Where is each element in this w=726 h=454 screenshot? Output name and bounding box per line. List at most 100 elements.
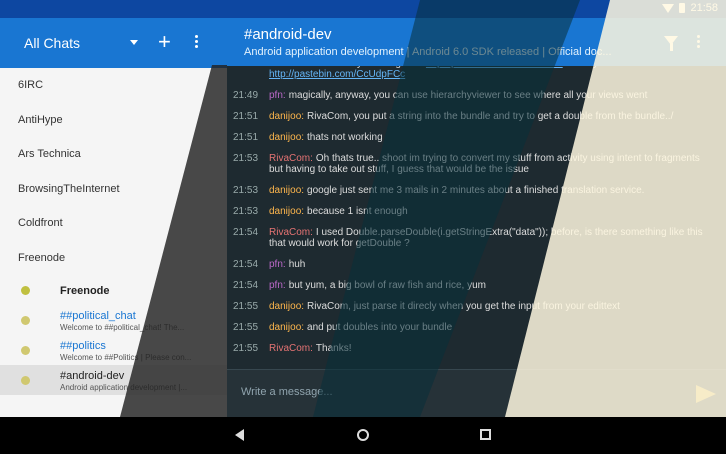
server-item[interactable]: Coldfront xyxy=(0,206,227,241)
channel-item[interactable]: #android-dev Android application developm… xyxy=(0,365,227,395)
message-nick[interactable]: danijoo: xyxy=(269,301,304,312)
message-time: 21:54 xyxy=(233,227,259,238)
server-item[interactable]: Freenode xyxy=(0,241,227,276)
message-list: 21:49RivaCom:here is my first fragment h… xyxy=(227,58,726,354)
message-time: 21:53 xyxy=(233,185,259,196)
channel-topic-preview: Android application development |... xyxy=(60,383,188,392)
message-time: 21:55 xyxy=(233,343,259,354)
wifi-icon xyxy=(662,3,675,13)
status-dot-icon xyxy=(21,316,30,325)
message-text: because 1 isnt enough xyxy=(307,206,408,217)
channel-item[interactable]: Freenode xyxy=(0,275,227,305)
channel-item[interactable]: ##politics Welcome to ##Politics | Please… xyxy=(0,335,227,365)
server-item[interactable]: AntiHype xyxy=(0,103,227,138)
message-body: danijoo: RivaCom, you put a string into t… xyxy=(269,111,673,122)
message-nick[interactable]: pfn: xyxy=(269,259,286,270)
sidebar-toolbar: All Chats + xyxy=(0,18,227,68)
channel-title: #android-dev xyxy=(244,26,332,43)
message-body: RivaCom: I used Double.parseDouble(i.getS… xyxy=(269,227,716,249)
recents-icon[interactable] xyxy=(480,429,491,440)
message-text: thats not working xyxy=(307,132,383,143)
chat-toolbar: #android-dev Android application develop… xyxy=(227,18,726,66)
channel-name: ##politics xyxy=(60,340,106,352)
message-time: 21:55 xyxy=(233,322,259,333)
message-row: 21:51 danijoo: thats not working xyxy=(233,132,716,143)
message-time: 21:53 xyxy=(233,153,259,164)
home-icon[interactable] xyxy=(357,429,369,441)
message-body: danijoo: thats not working xyxy=(269,132,383,143)
system-nav-bar xyxy=(0,417,726,454)
message-row: 21:55 RivaCom: Thanks! xyxy=(233,343,716,354)
message-text: huh xyxy=(288,259,306,270)
message-nick[interactable]: danijoo: xyxy=(269,322,304,333)
message-nick[interactable]: danijoo: xyxy=(269,132,304,143)
message-text: but yum, a big bowl of raw fish and rice… xyxy=(288,280,486,291)
message-body: danijoo: because 1 isnt enough xyxy=(269,206,408,217)
message-nick[interactable]: danijoo: xyxy=(269,111,304,122)
channel-topic-preview: Welcome to ##political_chat! The... xyxy=(60,323,185,332)
message-body: danijoo: and put doubles into your bundle xyxy=(269,322,452,333)
message-body: pfn: huh xyxy=(269,259,305,270)
message-text: Thanks! xyxy=(315,343,352,354)
channel-name: ##political_chat xyxy=(60,310,136,322)
message-text: google just sent me 3 mails in 2 minutes… xyxy=(307,185,645,196)
status-dot-icon xyxy=(21,346,30,355)
status-dot-icon xyxy=(21,286,30,295)
send-icon[interactable] xyxy=(696,385,716,403)
chat-pane: #android-dev Android application develop… xyxy=(227,18,726,417)
message-body: RivaCom: Oh thats true.. shoot im trying … xyxy=(269,153,716,175)
server-item[interactable]: 6IRC xyxy=(0,68,227,103)
message-row: 21:53 RivaCom: Oh thats true.. shoot im tr… xyxy=(233,153,716,175)
more-vert-icon[interactable] xyxy=(195,35,199,50)
message-nick[interactable]: pfn: xyxy=(269,90,286,101)
message-link[interactable]: http://pastebin.com/CcUdpFCc xyxy=(269,69,405,80)
message-text: and put doubles into your bundle xyxy=(307,322,453,333)
message-time: 21:49 xyxy=(233,90,259,101)
message-time: 21:54 xyxy=(233,280,259,291)
message-text: magically, anyway, you can use hierarchy… xyxy=(288,90,648,101)
message-nick[interactable]: RivaCom: xyxy=(269,343,313,354)
message-time: 21:55 xyxy=(233,301,259,312)
add-icon[interactable]: + xyxy=(158,31,171,53)
message-nick[interactable]: danijoo: xyxy=(269,206,304,217)
server-item[interactable]: Ars Technica xyxy=(0,137,227,172)
message-body: pfn: but yum, a big bowl of raw fish and … xyxy=(269,280,486,291)
message-body: danijoo: google just sent me 3 mails in 2… xyxy=(269,185,644,196)
battery-icon xyxy=(679,3,686,13)
message-row: 21:53 danijoo: google just sent me 3 mails… xyxy=(233,185,716,196)
more-vert-icon[interactable] xyxy=(697,35,700,50)
message-row: 21:51 danijoo: RivaCom, you put a string i… xyxy=(233,111,716,122)
message-row: 21:55 danijoo: RivaCom, just parse it dire… xyxy=(233,301,716,312)
status-bar: 21:58 xyxy=(0,0,726,18)
message-row: 21:53 danijoo: because 1 isnt enough xyxy=(233,206,716,217)
message-body: pfn: magically, anyway, you can use hiera… xyxy=(269,90,647,101)
server-list: 6IRC AntiHype Ars Technica BrowsingTheInter… xyxy=(0,68,227,275)
message-nick[interactable]: danijoo: xyxy=(269,185,304,196)
message-time: 21:51 xyxy=(233,111,259,122)
message-row: 21:54 pfn: huh xyxy=(233,259,716,270)
channel-topic-preview: Welcome to ##Politics | Please con... xyxy=(60,353,192,362)
message-time: 21:54 xyxy=(233,259,259,270)
channel-item[interactable]: ##political_chat Welcome to ##political_c… xyxy=(0,305,227,335)
message-time: 21:51 xyxy=(233,132,259,143)
message-row: 21:54 pfn: but yum, a big bowl of raw fish… xyxy=(233,280,716,291)
message-nick[interactable]: pfn: xyxy=(269,280,286,291)
status-dot-icon xyxy=(21,376,30,385)
message-body: danijoo: RivaCom, just parse it direcly w… xyxy=(269,301,620,312)
message-input[interactable]: Write a message... xyxy=(241,386,333,398)
channel-topic: Android application development | Androi… xyxy=(244,46,612,58)
chevron-down-icon[interactable] xyxy=(130,40,138,45)
message-text: Oh thats true.. shoot im trying to conve… xyxy=(269,153,700,175)
channel-name: Freenode xyxy=(60,285,110,297)
channel-list: Freenode ##political_chat Welcome to ##pol… xyxy=(0,275,227,395)
message-nick[interactable]: RivaCom: xyxy=(269,227,313,238)
all-chats-dropdown[interactable]: All Chats xyxy=(24,35,80,51)
filter-icon[interactable] xyxy=(664,36,678,51)
message-row: 21:54 RivaCom: I used Double.parseDouble(i… xyxy=(233,227,716,249)
server-item[interactable]: BrowsingTheInternet xyxy=(0,172,227,207)
message-body: RivaCom: Thanks! xyxy=(269,343,351,354)
clock: 21:58 xyxy=(690,2,718,14)
message-nick[interactable]: RivaCom: xyxy=(269,153,313,164)
back-icon[interactable] xyxy=(235,429,244,441)
message-text: RivaCom, you put a string into the bundl… xyxy=(307,111,674,122)
